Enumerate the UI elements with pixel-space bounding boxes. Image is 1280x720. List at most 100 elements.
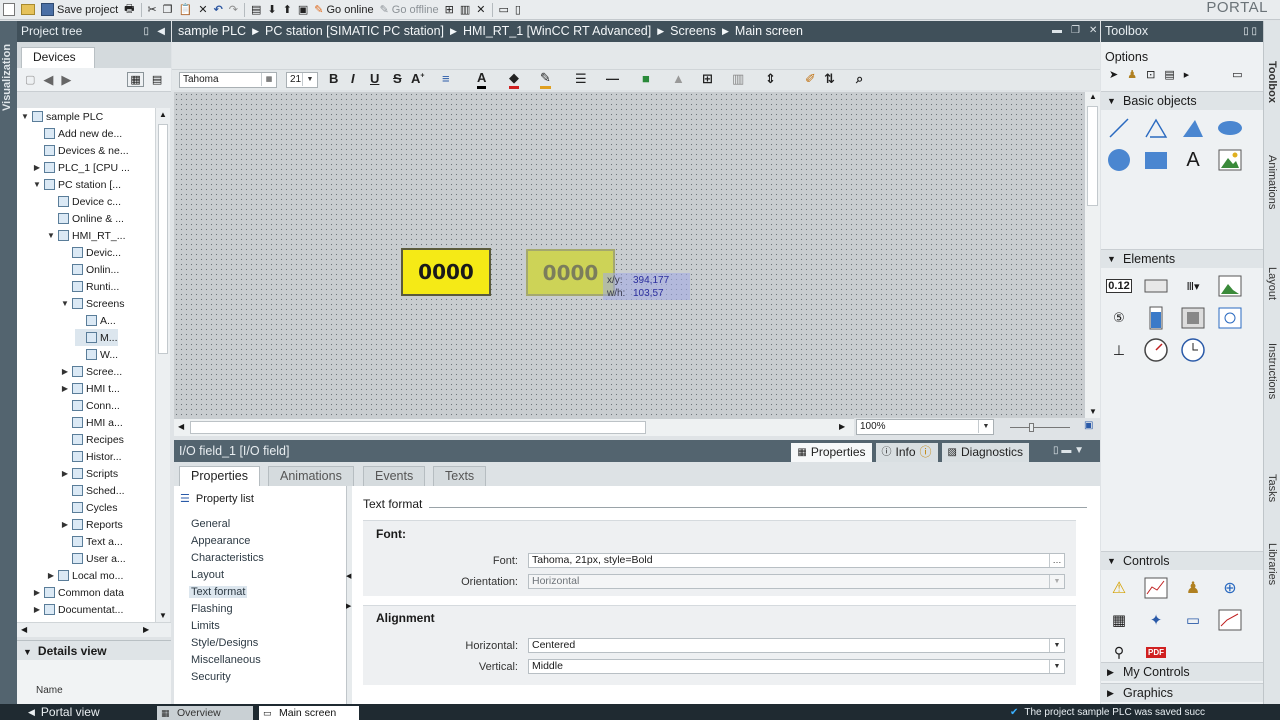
text-field-tool[interactable]: A: [1180, 147, 1206, 173]
scroll-thumb[interactable]: [190, 421, 646, 434]
symbol-library-tool[interactable]: [1217, 305, 1243, 331]
tree-item[interactable]: A...: [75, 312, 116, 329]
alarm-view-tool[interactable]: ⚠: [1106, 575, 1132, 601]
tree-item[interactable]: ▶ Scree...: [61, 363, 122, 380]
font-family-select[interactable]: Tahoma ▦: [179, 72, 277, 88]
font-size-select[interactable]: 21 ▼: [286, 72, 318, 88]
canvas-horizontal-scrollbar[interactable]: ◀ ▶: [174, 418, 854, 436]
tree-item[interactable]: ▼ HMI_RT_...: [47, 227, 125, 244]
bar-tool[interactable]: [1143, 305, 1169, 331]
tree-item[interactable]: ▶ HMI t...: [61, 380, 120, 397]
taskbar-tab-overview[interactable]: ▦ Overview: [157, 706, 253, 720]
details-view-header[interactable]: ▼ Details view: [17, 640, 171, 660]
overview-icon[interactable]: ▦: [127, 72, 144, 87]
list-view-icon[interactable]: ▤: [1164, 68, 1174, 81]
font-size-up-button[interactable]: A+: [411, 71, 424, 89]
tree-item[interactable]: Devices & ne...: [33, 142, 129, 159]
print-button[interactable]: 🖶: [121, 0, 137, 20]
property-nav-item[interactable]: Miscellaneous: [191, 654, 261, 666]
property-nav-item[interactable]: General: [191, 518, 230, 530]
breadcrumb-item[interactable]: Main screen: [735, 21, 803, 42]
scroll-right-icon[interactable]: ▶: [143, 625, 149, 634]
expand-right-icon[interactable]: ▶: [47, 571, 55, 580]
distribute-button[interactable]: ⊞: [702, 71, 713, 89]
delete-button[interactable]: ✕: [195, 0, 210, 20]
tab-libraries-vertical[interactable]: Libraries: [1266, 543, 1278, 585]
category-elements[interactable]: ▼ Elements: [1101, 249, 1263, 268]
accessible-devices-button[interactable]: ⊞: [442, 0, 457, 20]
expand-down-icon[interactable]: ▼: [21, 112, 29, 121]
tree-item[interactable]: Onlin...: [61, 261, 119, 278]
tree-vertical-scrollbar[interactable]: ▲ ▼: [155, 108, 170, 622]
restore-icon[interactable]: ❐: [1071, 25, 1080, 36]
expand-right-icon[interactable]: ▶: [61, 384, 69, 393]
circle-tool[interactable]: [1106, 147, 1132, 173]
cross-reference-button[interactable]: ▥: [457, 0, 473, 20]
property-nav-item[interactable]: Appearance: [191, 535, 250, 547]
compile-button[interactable]: ▤: [248, 0, 264, 20]
status-message[interactable]: ✔ The project sample PLC was saved succ: [1010, 704, 1205, 720]
zoom-select[interactable]: 100% ▼: [856, 419, 994, 435]
tab-properties[interactable]: Properties: [179, 466, 260, 486]
graphic-io-tool[interactable]: [1217, 273, 1243, 299]
underline-button[interactable]: U: [370, 71, 379, 89]
minimize-icon[interactable]: ▬: [1052, 25, 1062, 36]
upload-button[interactable]: ⬆: [280, 0, 295, 20]
strikethrough-button[interactable]: S: [393, 71, 402, 89]
io-field-2-dragging[interactable]: 0000: [526, 249, 615, 296]
tree-item[interactable]: Runti...: [61, 278, 119, 295]
tree-item[interactable]: Recipes: [61, 431, 124, 448]
tree-item[interactable]: Online & ...: [47, 210, 124, 227]
collapse-left-icon[interactable]: ◀: [157, 21, 165, 42]
tree-item[interactable]: ▼ Screens: [61, 295, 125, 312]
tab-texts[interactable]: Texts: [433, 466, 487, 486]
portal-view-button[interactable]: ◀ Portal view: [28, 704, 100, 720]
breadcrumb-item[interactable]: HMI_RT_1 [WinCC RT Advanced]: [463, 21, 651, 42]
horizontal-alignment-select[interactable]: Centered ▼: [528, 638, 1065, 653]
expand-right-icon[interactable]: ▶: [33, 605, 41, 614]
pointer-icon[interactable]: ➤: [1109, 68, 1118, 81]
download-button[interactable]: ⬇: [264, 0, 279, 20]
tree-item[interactable]: Histor...: [61, 448, 122, 465]
scroll-down-icon[interactable]: ▼: [159, 611, 167, 620]
graphic-view-tool[interactable]: [1217, 147, 1243, 173]
simulation-button[interactable]: ▣: [295, 0, 311, 20]
font-field[interactable]: Tahoma, 21px, style=Bold …: [528, 553, 1065, 568]
property-list-toggle[interactable]: ☰ Property list: [180, 492, 254, 506]
tab-instructions-vertical[interactable]: Instructions: [1266, 343, 1278, 399]
property-nav-item[interactable]: Style/Designs: [191, 637, 258, 649]
paste-button[interactable]: 📋: [176, 0, 196, 20]
copy-button[interactable]: ❐: [160, 0, 176, 20]
sysdiag-tool[interactable]: ▭: [1180, 607, 1206, 633]
io-field-1[interactable]: 0000: [401, 248, 491, 296]
category-my-controls[interactable]: ▶ My Controls: [1101, 662, 1263, 681]
align-text-button[interactable]: ≡: [442, 71, 450, 89]
tab-tasks-vertical[interactable]: Tasks: [1266, 474, 1278, 502]
taskbar-tab-main-screen[interactable]: ▭ Main screen: [259, 706, 359, 720]
toolbox-window-icons[interactable]: ▯ ▯: [1243, 21, 1257, 42]
tree-item[interactable]: ▶ Reports: [61, 516, 123, 533]
f-xy-tool[interactable]: [1217, 607, 1243, 633]
tab-properties-main[interactable]: ▦ Properties: [791, 442, 872, 462]
date-time-tool[interactable]: ⑤: [1106, 305, 1132, 331]
expand-right-icon[interactable]: ▶: [61, 520, 69, 529]
panel-icon[interactable]: ▭: [1232, 68, 1242, 81]
stop-runtime-button[interactable]: ✕: [473, 0, 488, 20]
property-nav-item[interactable]: Characteristics: [191, 552, 264, 564]
same-size-button[interactable]: ▥: [732, 71, 744, 89]
scroll-right-icon[interactable]: ▶: [839, 422, 845, 431]
trend-view-tool[interactable]: [1143, 575, 1169, 601]
tab-toolbox-vertical[interactable]: Toolbox: [1266, 61, 1278, 103]
tree-item[interactable]: W...: [75, 346, 118, 363]
line-width-button[interactable]: ☰: [575, 71, 587, 89]
line-tool[interactable]: [1106, 115, 1132, 141]
italic-button[interactable]: I: [351, 71, 355, 89]
io-field-tool[interactable]: 0.12: [1106, 273, 1132, 299]
tree-item[interactable]: ▼ PC station [...: [33, 176, 121, 193]
ellipse-tool[interactable]: [1217, 115, 1243, 141]
breadcrumb-item[interactable]: Screens: [670, 21, 716, 42]
tree-item[interactable]: ▶ Local mo...: [47, 567, 123, 584]
tab-animations[interactable]: Animations: [268, 466, 354, 486]
vertical-alignment-select[interactable]: Middle ▼: [528, 659, 1065, 674]
tab-layout-vertical[interactable]: Layout: [1266, 267, 1278, 300]
